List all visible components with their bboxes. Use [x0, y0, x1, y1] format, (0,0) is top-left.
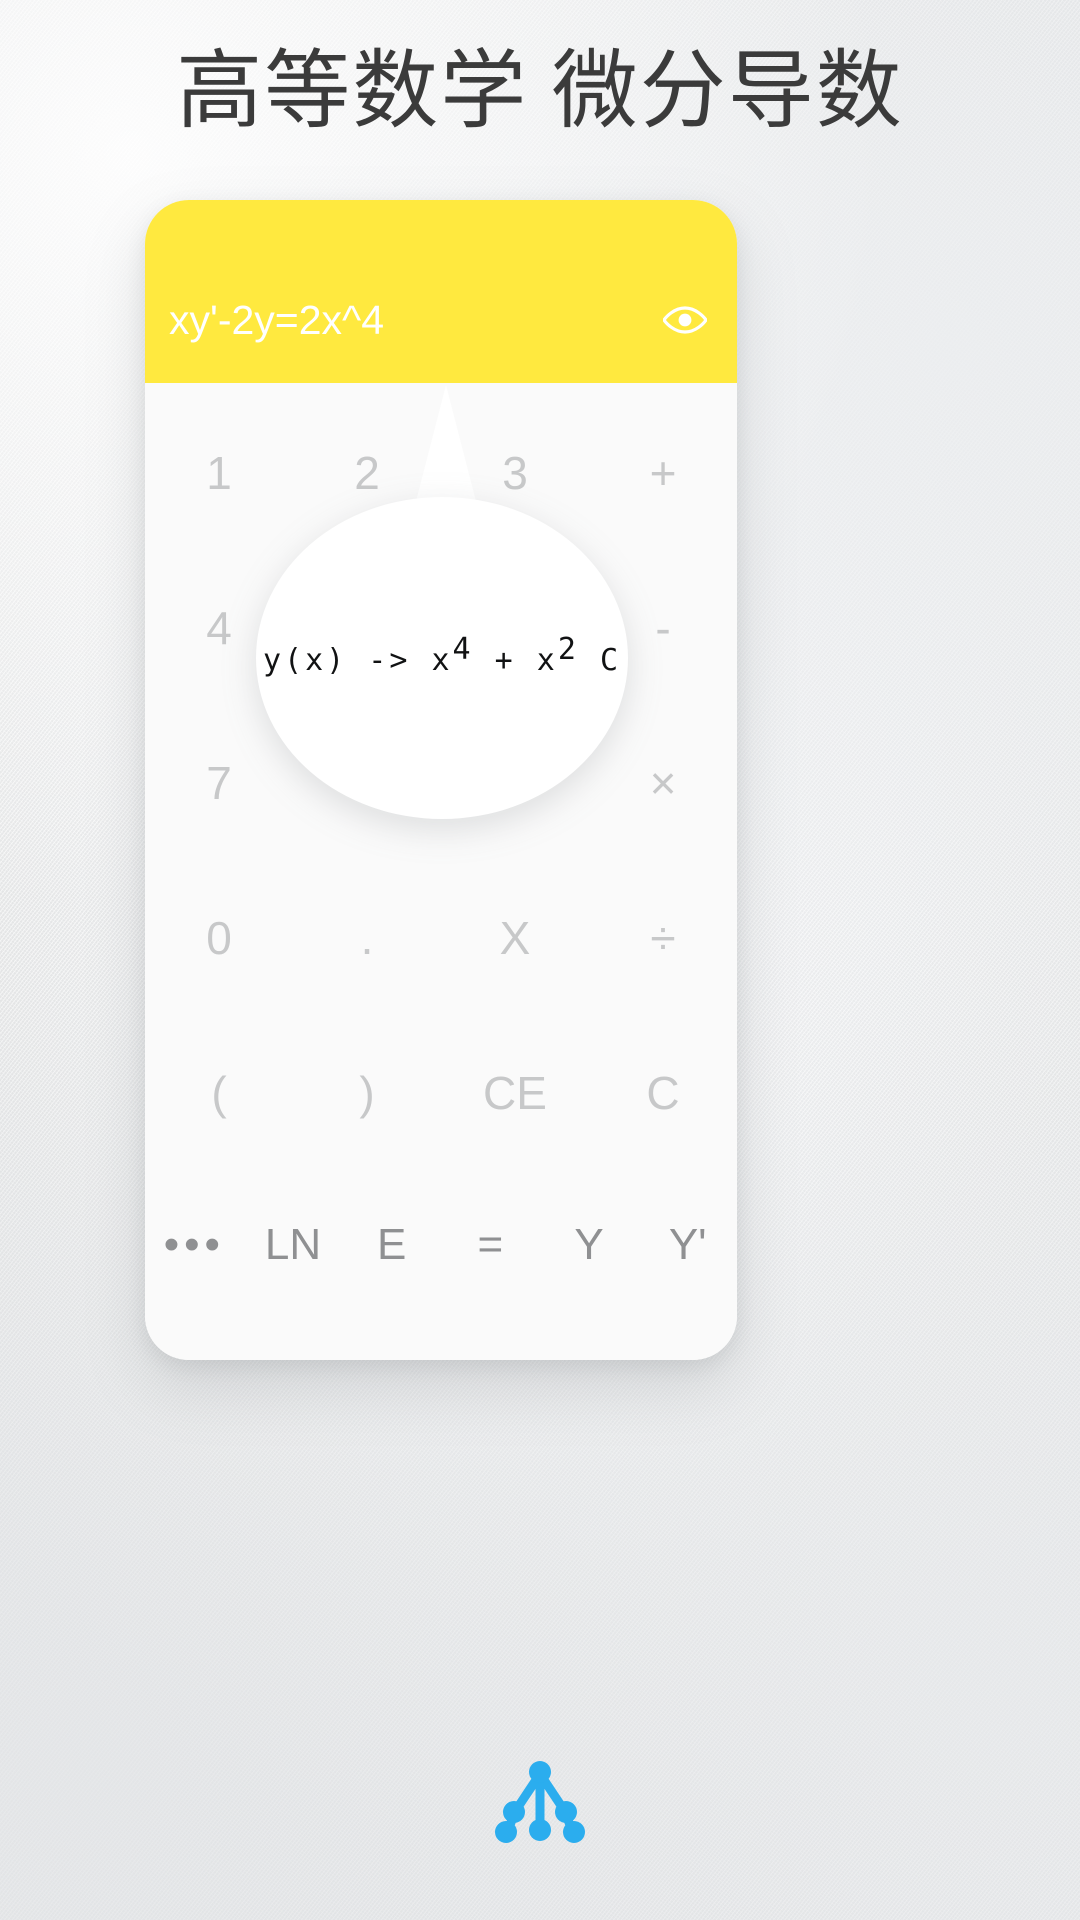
result-suffix: C — [578, 643, 622, 678]
key-clear-entry[interactable]: CE — [441, 1070, 589, 1116]
result-prefix: y(x) -> x — [262, 643, 453, 678]
key-y-prime[interactable]: Y' — [638, 1223, 737, 1267]
key-equals[interactable]: = — [441, 1223, 540, 1267]
app-logo — [0, 1754, 1080, 1850]
expression-display[interactable]: xy'-2y=2x^4 — [145, 200, 737, 383]
result-text: y(x) -> x4 + x2 C — [262, 635, 622, 678]
key-paren-open[interactable]: ( — [145, 1070, 293, 1116]
expression-text: xy'-2y=2x^4 — [169, 297, 385, 343]
key-paren-close[interactable]: ) — [293, 1070, 441, 1116]
key-y[interactable]: Y — [540, 1223, 639, 1267]
result-exponent-1: 4 — [452, 632, 474, 667]
page-title: 高等数学 微分导数 — [176, 43, 904, 139]
key-more[interactable]: ••• — [145, 1223, 244, 1267]
keypad-row: 0 . X ÷ — [145, 860, 737, 1015]
result-exponent-2: 2 — [557, 632, 579, 667]
keypad-row: ( ) CE C — [145, 1015, 737, 1170]
key-clear[interactable]: C — [589, 1070, 737, 1116]
key-ln[interactable]: LN — [244, 1223, 343, 1267]
key-1[interactable]: 1 — [145, 450, 293, 496]
eye-icon[interactable] — [657, 297, 713, 343]
key-7[interactable]: 7 — [145, 760, 293, 806]
key-plus[interactable]: + — [589, 450, 737, 496]
key-variable-x[interactable]: X — [441, 915, 589, 961]
key-divide[interactable]: ÷ — [589, 915, 737, 961]
result-bubble[interactable]: y(x) -> x4 + x2 C — [256, 497, 628, 819]
key-0[interactable]: 0 — [145, 915, 293, 961]
calculator-card: xy'-2y=2x^4 1 2 3 + 4 5 6 - 7 8 9 × — [145, 200, 737, 1360]
key-decimal[interactable]: . — [293, 915, 441, 961]
key-multiply[interactable]: × — [589, 760, 737, 806]
result-bubble-tail — [414, 385, 478, 509]
keypad-function-row: ••• LN E = Y Y' — [145, 1170, 737, 1320]
key-e[interactable]: E — [342, 1223, 441, 1267]
result-middle: + x — [473, 643, 558, 678]
